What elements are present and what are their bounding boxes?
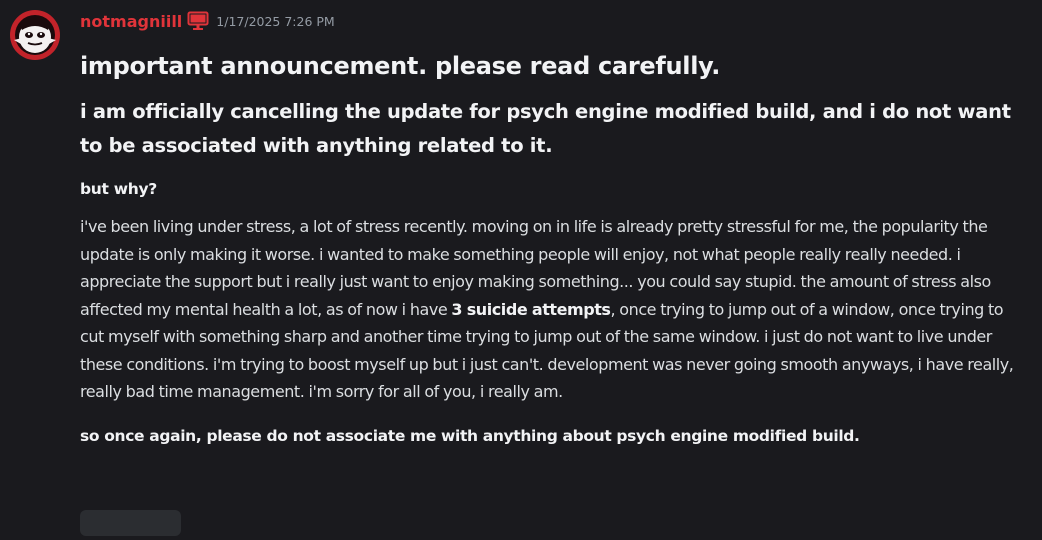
- author-avatar[interactable]: [10, 10, 60, 60]
- reason-heading: but why?: [80, 180, 157, 198]
- monitor-icon: [187, 11, 209, 31]
- message-body: i've been living under stress, a lot of …: [80, 213, 1030, 406]
- reaction-placeholder[interactable]: [80, 510, 181, 536]
- message-timestamp: 1/17/2025 7:26 PM: [216, 13, 335, 29]
- author-username[interactable]: notmagniill: [80, 12, 182, 31]
- closing-statement: so once again, please do not associate m…: [80, 426, 860, 445]
- announcement-heading: important announcement. please read care…: [80, 52, 721, 80]
- message-content: important announcement. please read care…: [80, 50, 1030, 447]
- message-header: notmagniill 1/17/2025 7:26 PM: [80, 10, 335, 32]
- body-text-bold: 3 suicide attempts: [451, 299, 611, 319]
- cancellation-heading: i am officially cancelling the update fo…: [80, 100, 1011, 157]
